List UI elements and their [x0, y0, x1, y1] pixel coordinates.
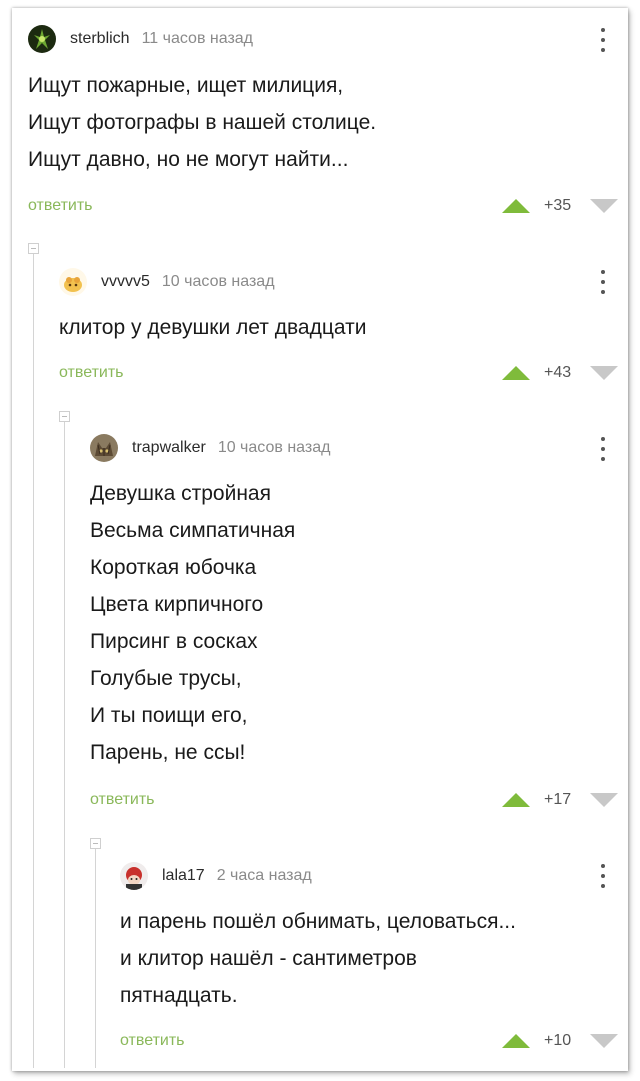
more-vertical-icon[interactable]	[600, 437, 606, 461]
thread-line[interactable]	[33, 248, 34, 1068]
more-vertical-icon[interactable]	[600, 864, 606, 888]
vote-controls: +35	[502, 196, 618, 216]
arrow-up-icon[interactable]	[502, 793, 530, 807]
arrow-down-icon[interactable]	[590, 199, 618, 213]
timestamp: 11 часов назад	[141, 30, 254, 47]
arrow-up-icon[interactable]	[502, 1034, 530, 1048]
collapse-icon[interactable]	[28, 243, 39, 254]
comment-text: и парень пошёл обнимать, целоваться... и…	[120, 910, 516, 1007]
score: +35	[544, 197, 572, 214]
score: +43	[544, 364, 572, 381]
arrow-down-icon[interactable]	[590, 1034, 618, 1048]
thread-line[interactable]	[64, 416, 65, 1068]
arrow-down-icon[interactable]	[590, 793, 618, 807]
avatar[interactable]	[59, 268, 87, 296]
arrow-up-icon[interactable]	[502, 199, 530, 213]
arrow-down-icon[interactable]	[590, 366, 618, 380]
thread-line[interactable]	[95, 843, 96, 1068]
reply-link[interactable]: ответить	[28, 197, 93, 215]
username[interactable]: vvvvv5	[101, 273, 150, 291]
avatar[interactable]	[90, 434, 118, 462]
vote-controls: +10	[502, 1031, 618, 1051]
more-vertical-icon[interactable]	[600, 28, 606, 52]
score: +10	[544, 1032, 572, 1049]
reply-link[interactable]: ответить	[120, 1032, 185, 1050]
more-vertical-icon[interactable]	[600, 270, 606, 294]
username[interactable]: trapwalker	[132, 439, 206, 457]
comment-text: Девушка стройная Весьма симпатичная Коро…	[90, 482, 296, 764]
username[interactable]: lala17	[162, 867, 205, 885]
username[interactable]: sterblich	[70, 30, 130, 48]
timestamp: 10 часов назад	[217, 439, 331, 456]
arrow-up-icon[interactable]	[502, 366, 530, 380]
comment-text: клитор у девушки лет двадцати	[59, 316, 367, 339]
reply-link[interactable]: ответить	[59, 364, 124, 382]
avatar[interactable]	[120, 862, 148, 890]
vote-controls: +17	[502, 790, 618, 810]
vote-controls: +43	[502, 363, 618, 383]
avatar[interactable]	[28, 25, 56, 53]
collapse-icon[interactable]	[90, 838, 101, 849]
timestamp: 10 часов назад	[161, 273, 275, 290]
comment-text: Ищут пожарные, ищет милиция, Ищут фотогр…	[28, 74, 377, 171]
collapse-icon[interactable]	[59, 411, 70, 422]
score: +17	[544, 791, 572, 808]
comments-panel: sterblich 11 часов назад Ищут пожарные, …	[12, 8, 628, 1071]
timestamp: 2 часа назад	[216, 867, 312, 884]
reply-link[interactable]: ответить	[90, 791, 155, 809]
